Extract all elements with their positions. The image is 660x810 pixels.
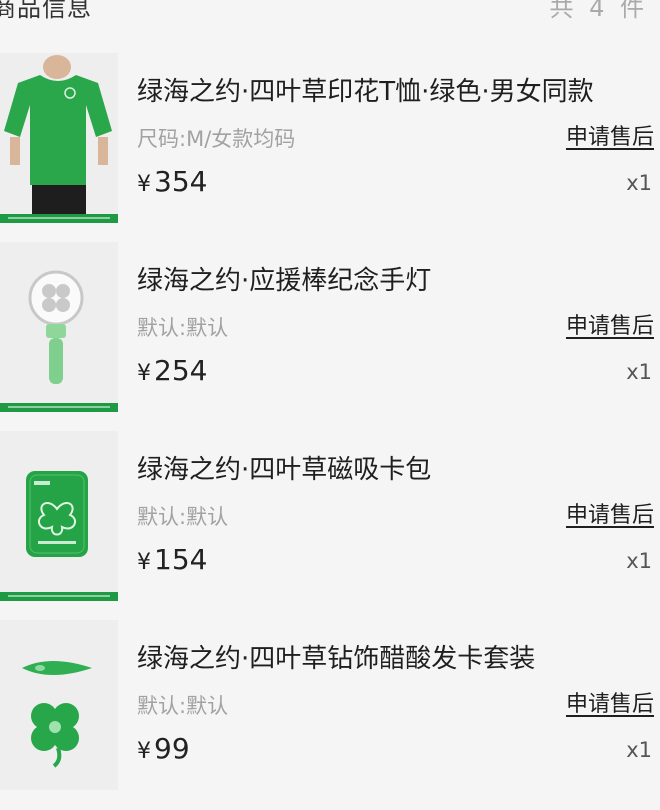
product-spec: 默认:默认 [137, 505, 229, 529]
product-name[interactable]: 绿海之约·四叶草磁吸卡包 [137, 449, 431, 486]
section-title: 商品信息 [0, 0, 92, 22]
price-value: 99 [154, 732, 190, 765]
apply-aftersale-link[interactable]: 申请售后 [566, 497, 654, 529]
currency-symbol: ¥ [137, 739, 151, 764]
product-price: ¥354 [137, 165, 207, 198]
product-name[interactable]: 绿海之约·四叶草钻饰醋酸发卡套装 [137, 638, 535, 675]
product-spec: 默认:默认 [137, 694, 229, 718]
product-image[interactable] [0, 620, 118, 790]
product-spec: 尺码:M/女款均码 [137, 127, 296, 151]
price-value: 254 [154, 354, 208, 387]
brand-strip [0, 214, 118, 223]
price-value: 354 [154, 165, 208, 198]
product-item[interactable]: 绿海之约·四叶草印花T恤·绿色·男女同款 尺码:M/女款均码 申请售后 ¥354… [0, 53, 660, 243]
brand-strip [0, 592, 118, 601]
product-name[interactable]: 绿海之约·四叶草印花T恤·绿色·男女同款 [137, 71, 594, 108]
order-items-header: 商品信息 共 4 件 [0, 0, 660, 30]
price-value: 154 [154, 543, 208, 576]
product-item[interactable]: 绿海之约·四叶草钻饰醋酸发卡套装 默认:默认 申请售后 ¥99 x1 [0, 620, 660, 810]
apply-aftersale-link[interactable]: 申请售后 [566, 308, 654, 340]
product-image[interactable] [0, 242, 118, 412]
product-image[interactable] [0, 431, 118, 601]
product-item[interactable]: 绿海之约·应援棒纪念手灯 默认:默认 申请售后 ¥254 x1 [0, 242, 660, 432]
product-quantity: x1 [626, 738, 652, 762]
green-tshirt-icon [0, 53, 118, 223]
lightstick-icon [0, 242, 118, 412]
product-image[interactable] [0, 53, 118, 223]
product-price: ¥99 [137, 732, 190, 765]
product-price: ¥154 [137, 543, 207, 576]
card-holder-icon [0, 431, 118, 601]
product-price: ¥254 [137, 354, 207, 387]
brand-strip [0, 403, 118, 412]
product-quantity: x1 [626, 549, 652, 573]
apply-aftersale-link[interactable]: 申请售后 [566, 119, 654, 151]
product-spec: 默认:默认 [137, 316, 229, 340]
currency-symbol: ¥ [137, 172, 151, 197]
currency-symbol: ¥ [137, 550, 151, 575]
currency-symbol: ¥ [137, 361, 151, 386]
apply-aftersale-link[interactable]: 申请售后 [566, 686, 654, 718]
product-item[interactable]: 绿海之约·四叶草磁吸卡包 默认:默认 申请售后 ¥154 x1 [0, 431, 660, 621]
hair-clip-icon [0, 620, 118, 790]
product-quantity: x1 [626, 360, 652, 384]
product-name[interactable]: 绿海之约·应援棒纪念手灯 [137, 260, 431, 297]
product-quantity: x1 [626, 171, 652, 195]
item-count: 共 4 件 [549, 0, 648, 22]
